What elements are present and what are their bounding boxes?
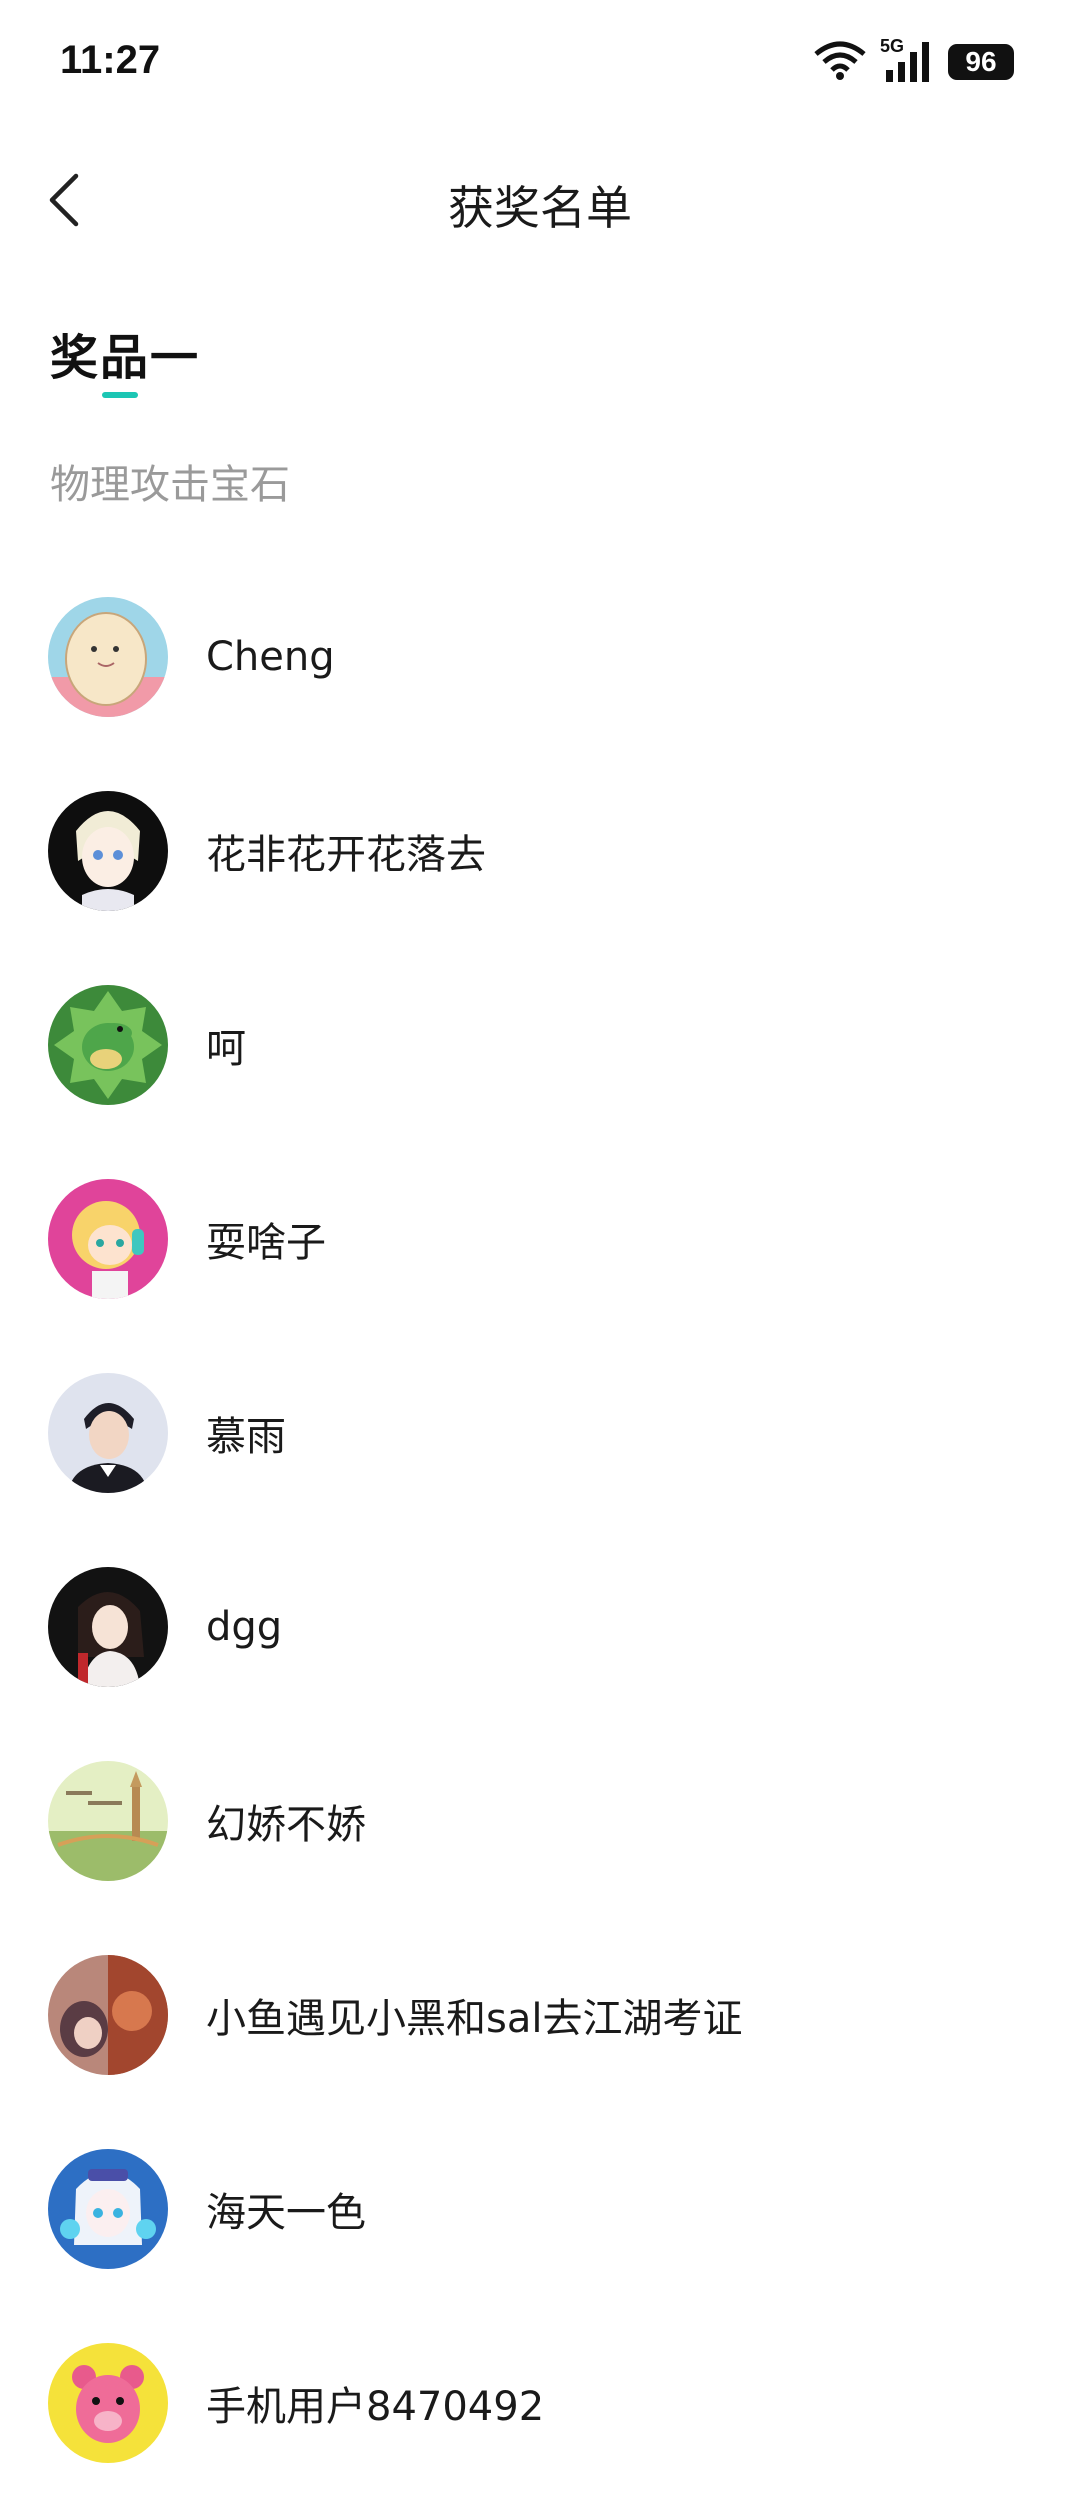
list-item[interactable]: Cheng — [0, 560, 1080, 754]
avatar — [48, 597, 168, 717]
status-bar: 11:27 5G 96 — [0, 0, 1080, 126]
winner-name: 慕雨 — [206, 1414, 286, 1460]
list-item[interactable]: 小鱼遇见小黑和sal去江湖考证 — [0, 1918, 1080, 2112]
winner-list: Cheng 花非花开花落去 呵 耍啥子 慕雨 dgg 幻娇不娇 小鱼遇见小黑和s… — [0, 560, 1080, 2500]
winner-name: 耍啥子 — [206, 1220, 326, 1266]
avatar — [48, 985, 168, 1105]
avatar — [48, 1955, 168, 2075]
list-item[interactable]: 海天一色 — [0, 2112, 1080, 2306]
avatar — [48, 1373, 168, 1493]
tab-prize-one[interactable]: 奖品一 — [50, 318, 200, 388]
list-item[interactable]: 慕雨 — [0, 1336, 1080, 1530]
page-title: 获奖名单 — [448, 181, 632, 235]
avatar — [48, 791, 168, 911]
nav-bar: 获奖名单 — [0, 150, 1080, 260]
list-item[interactable]: dgg — [0, 1530, 1080, 1724]
winner-name: 小鱼遇见小黑和sal去江湖考证 — [206, 1996, 743, 2042]
list-item[interactable]: 花非花开花落去 — [0, 754, 1080, 948]
list-item[interactable]: 幻娇不娇 — [0, 1724, 1080, 1918]
list-item[interactable]: 手机用户8470492 — [0, 2306, 1080, 2500]
battery-indicator: 96 — [948, 44, 1014, 80]
winner-name: 幻娇不娇 — [206, 1802, 366, 1848]
avatar — [48, 2149, 168, 2269]
wifi-icon — [814, 40, 866, 84]
avatar — [48, 2343, 168, 2463]
status-icons: 5G 96 — [814, 36, 1014, 84]
cellular-signal-icon: 5G — [880, 36, 934, 84]
list-item[interactable]: 呵 — [0, 948, 1080, 1142]
prize-name: 物理攻击宝石 — [50, 462, 290, 508]
tab-active-indicator — [102, 392, 138, 398]
winner-name: 花非花开花落去 — [206, 832, 486, 878]
avatar — [48, 1761, 168, 1881]
status-time: 11:27 — [60, 38, 161, 82]
winner-name: 呵 — [206, 1026, 246, 1072]
winner-name: 海天一色 — [206, 2190, 366, 2236]
avatar — [48, 1179, 168, 1299]
avatar — [48, 1567, 168, 1687]
winner-name: dgg — [206, 1604, 283, 1650]
winner-name: 手机用户8470492 — [206, 2384, 545, 2430]
list-item[interactable]: 耍啥子 — [0, 1142, 1080, 1336]
winner-name: Cheng — [206, 634, 335, 680]
